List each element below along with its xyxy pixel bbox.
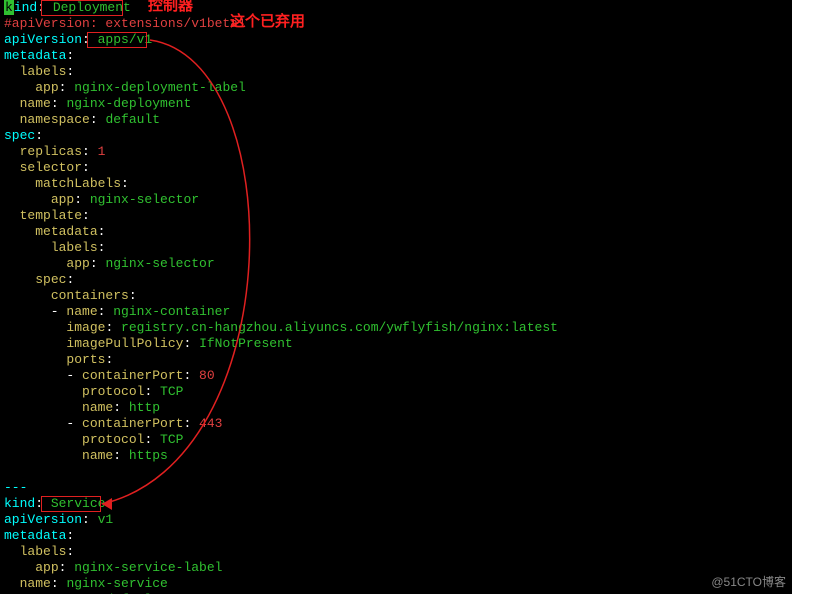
watermark: @51CTO博客: [711, 574, 786, 590]
yaml-line: ports:: [4, 352, 788, 368]
yaml-line: containers:: [4, 288, 788, 304]
yaml-separator: ---: [4, 480, 788, 496]
yaml-line: apiVersion: v1: [4, 512, 788, 528]
cursor: k: [4, 0, 14, 15]
yaml-line: matchLabels:: [4, 176, 788, 192]
annotation-controller: 控制器: [148, 0, 193, 14]
yaml-line: - containerPort: 80: [4, 368, 788, 384]
yaml-line: metadata:: [4, 528, 788, 544]
yaml-line: spec:: [4, 128, 788, 144]
yaml-line: app: nginx-deployment-label: [4, 80, 788, 96]
yaml-line: protocol: TCP: [4, 384, 788, 400]
yaml-line: protocol: TCP: [4, 432, 788, 448]
yaml-line: imagePullPolicy: IfNotPresent: [4, 336, 788, 352]
yaml-line: labels:: [4, 64, 788, 80]
yaml-line: name: http: [4, 400, 788, 416]
yaml-line: app: nginx-service-label: [4, 560, 788, 576]
yaml-line: - containerPort: 443: [4, 416, 788, 432]
yaml-line: kind: Service: [4, 496, 788, 512]
yaml-line: name: https: [4, 448, 788, 464]
yaml-line: metadata:: [4, 48, 788, 64]
comment-line: #apiVersion: extensions/v1beta1: [4, 16, 788, 32]
yaml-line: name: nginx-service: [4, 576, 788, 592]
yaml-line: apiVersion: apps/v1: [4, 32, 788, 48]
yaml-line: selector:: [4, 160, 788, 176]
yaml-line: app: nginx-selector: [4, 192, 788, 208]
yaml-line: namespace: default: [4, 592, 788, 594]
yaml-line: name: nginx-deployment: [4, 96, 788, 112]
yaml-line: labels:: [4, 544, 788, 560]
blank-line: [4, 464, 788, 480]
yaml-line: labels:: [4, 240, 788, 256]
yaml-line: replicas: 1: [4, 144, 788, 160]
yaml-line: image: registry.cn-hangzhou.aliyuncs.com…: [4, 320, 788, 336]
yaml-line: metadata:: [4, 224, 788, 240]
terminal-editor[interactable]: kind: Deployment #apiVersion: extensions…: [0, 0, 792, 594]
yaml-line: spec:: [4, 272, 788, 288]
yaml-line: namespace: default: [4, 112, 788, 128]
yaml-line: template:: [4, 208, 788, 224]
yaml-line: app: nginx-selector: [4, 256, 788, 272]
yaml-line: kind: Deployment: [4, 0, 788, 16]
annotation-deprecated: 这个已弃用: [230, 14, 305, 30]
yaml-line: - name: nginx-container: [4, 304, 788, 320]
